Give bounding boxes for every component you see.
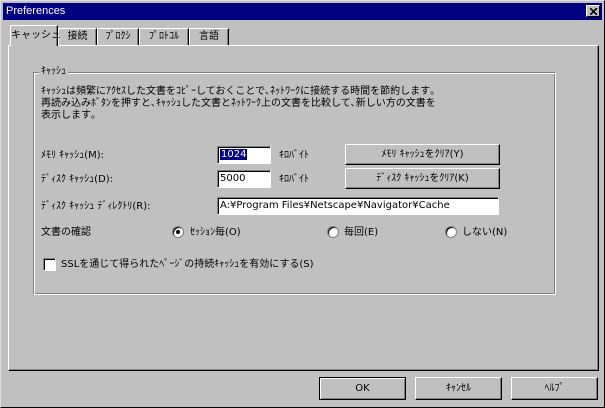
tab-language[interactable]: 言語 xyxy=(189,28,229,46)
close-icon xyxy=(590,8,598,15)
ok-button[interactable]: OK xyxy=(319,377,406,400)
verify-every-time-label[interactable]: 毎回(E) xyxy=(344,226,378,239)
clear-memory-cache-button[interactable]: ﾒﾓﾘ ｷｬｯｼｭをｸﾘｱ(Y) xyxy=(345,144,500,165)
disk-cache-unit: ｷﾛﾊﾞｲﾄ xyxy=(279,174,309,185)
radio-dot xyxy=(176,230,180,234)
verify-once-per-session-radio[interactable] xyxy=(172,226,184,238)
disk-cache-input[interactable]: 5000 xyxy=(217,170,271,188)
verify-every-time-radio[interactable] xyxy=(327,226,339,238)
help-button[interactable]: ﾍﾙﾌﾟ xyxy=(511,377,598,400)
verify-once-per-session-label[interactable]: ｾｯｼｮﾝ毎(O) xyxy=(190,226,241,239)
tab-protocol[interactable]: ﾌﾟﾛﾄｺﾙ xyxy=(139,28,189,46)
tab-cache[interactable]: キャッシュ xyxy=(10,25,61,46)
tab-proxy[interactable]: ﾌﾟﾛｸｼ xyxy=(97,28,139,46)
verify-never-label[interactable]: しない(N) xyxy=(462,226,507,239)
cache-description-line-2: 再読み込みﾎﾞﾀﾝを押すと､ｷｬｯｼｭした文書とﾈｯﾄﾜｰｸ上の文書を比較して､… xyxy=(41,98,436,109)
memory-cache-unit: ｷﾛﾊﾞｲﾄ xyxy=(279,150,309,161)
memory-cache-input[interactable]: 1024 xyxy=(217,146,271,164)
disk-cache-label: ﾃﾞｨｽｸ ｷｬｯｼｭ(D): xyxy=(41,174,114,185)
verify-documents-label: 文書の確認 xyxy=(41,227,91,238)
cancel-button[interactable]: ｷｬﾝｾﾙ xyxy=(415,377,502,400)
ssl-persistent-cache-checkbox[interactable] xyxy=(43,258,56,271)
disk-cache-directory-input[interactable]: A:¥Program Files¥Netscape¥Navigator¥Cach… xyxy=(217,197,499,215)
disk-cache-directory-label: ﾃﾞｨｽｸ ｷｬｯｼｭ ﾃﾞｨﾚｸﾄﾘ(R): xyxy=(41,201,151,212)
verify-never-radio[interactable] xyxy=(445,226,457,238)
tab-connection[interactable]: 接続 xyxy=(58,28,97,46)
close-button[interactable] xyxy=(586,5,600,17)
window-title: Preferences xyxy=(6,5,66,17)
preferences-window: Preferences キャッシュ 接続 ﾌﾟﾛｸｼ ﾌﾟﾛﾄｺﾙ 言語 ｷｬｯ… xyxy=(0,0,605,408)
ssl-persistent-cache-label[interactable]: SSLを通じて得られたﾍﾟｰｼﾞの持続ｷｬｯｼｭを有効にする(S) xyxy=(61,258,314,271)
cache-group-label: ｷｬｯｼｭ xyxy=(39,65,68,78)
clear-disk-cache-button[interactable]: ﾃﾞｨｽｸ ｷｬｯｼｭをｸﾘｱ(K) xyxy=(345,168,500,189)
cache-description-line-3: 表示します｡ xyxy=(41,110,96,121)
memory-cache-label: ﾒﾓﾘ ｷｬｯｼｭ(M): xyxy=(41,150,104,161)
title-bar[interactable]: Preferences xyxy=(3,3,602,20)
